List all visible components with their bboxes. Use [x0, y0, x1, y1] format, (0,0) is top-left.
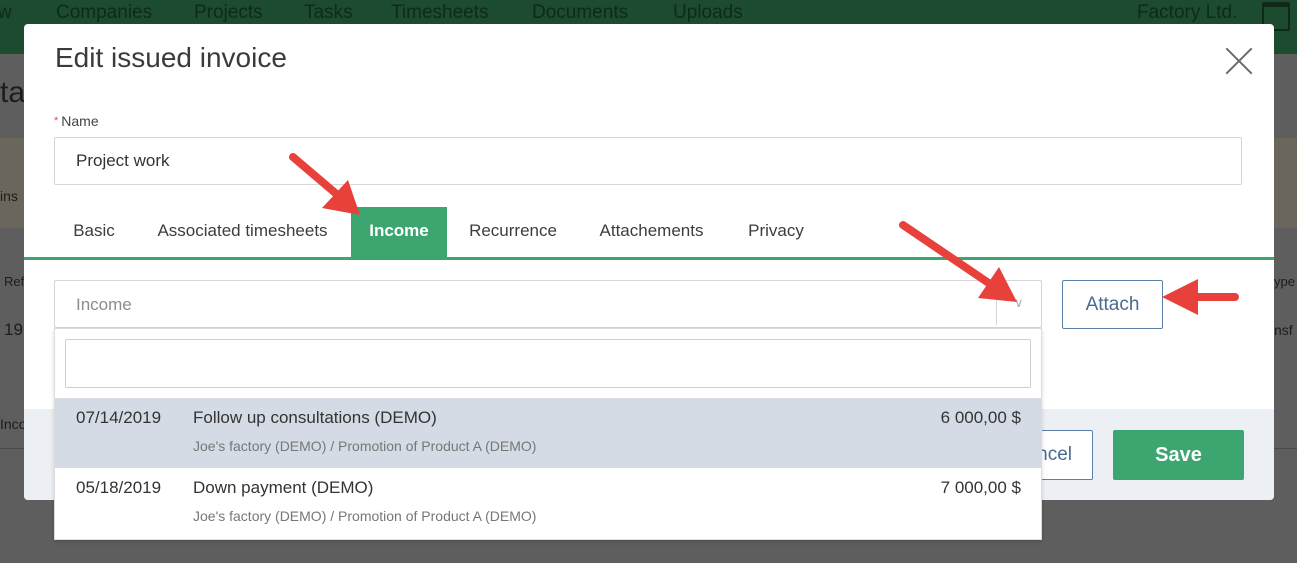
dropdown-search-input[interactable]	[65, 339, 1031, 388]
save-button[interactable]: Save	[1113, 430, 1244, 480]
close-icon[interactable]	[1224, 46, 1254, 76]
income-select-placeholder: Income	[76, 295, 132, 314]
option-title: Down payment (DEMO)	[193, 478, 374, 497]
select-separator	[996, 289, 997, 325]
option-amount: 6 000,00 $	[940, 408, 1021, 427]
income-option[interactable]: 07/14/2019 Follow up consultations (DEMO…	[55, 398, 1041, 468]
nav-item-uploads[interactable]: Uploads	[673, 2, 743, 24]
nav-item-companies[interactable]: Companies	[56, 2, 152, 24]
option-date: 07/14/2019	[76, 408, 162, 427]
name-label: * Name	[54, 113, 99, 129]
option-subtitle: Joe's factory (DEMO) / Promotion of Prod…	[193, 508, 537, 524]
tab-recurrence[interactable]: Recurrence	[457, 207, 569, 257]
background-text-fragment: ins	[0, 188, 18, 204]
required-marker: *	[54, 115, 59, 127]
name-label-text: Name	[61, 113, 99, 129]
nav-item-tasks[interactable]: Tasks	[304, 2, 353, 24]
background-column-fragment: ype	[1274, 274, 1295, 289]
option-subtitle: Joe's factory (DEMO) / Promotion of Prod…	[193, 438, 537, 454]
tab-attachements[interactable]: Attachements	[587, 207, 716, 257]
chevron-down-icon[interactable]: ∨	[1014, 295, 1024, 311]
tab-privacy[interactable]: Privacy	[736, 207, 816, 257]
nav-item-timesheets[interactable]: Timesheets	[391, 2, 489, 24]
modal-title: Edit issued invoice	[55, 42, 287, 73]
background-column-fragment: Ref	[4, 274, 25, 289]
tab-underline	[24, 257, 1274, 260]
tab-associated-timesheets[interactable]: Associated timesheets	[144, 207, 341, 257]
nav-item-overview[interactable]: w	[0, 2, 12, 24]
option-title: Follow up consultations (DEMO)	[193, 408, 437, 427]
option-date: 05/18/2019	[76, 478, 162, 497]
name-input[interactable]	[54, 137, 1242, 185]
attach-button[interactable]: Attach	[1062, 280, 1163, 329]
income-dropdown: 07/14/2019 Follow up consultations (DEMO…	[54, 328, 1042, 540]
background-cell-fragment: 19	[4, 320, 23, 339]
background-text-fragment: Inco	[0, 416, 27, 432]
tab-basic[interactable]: Basic	[60, 207, 128, 257]
tab-income[interactable]: Income	[351, 207, 447, 257]
company-name[interactable]: Factory Ltd.	[1137, 2, 1237, 24]
nav-item-projects[interactable]: Projects	[194, 2, 263, 24]
nav-item-documents[interactable]: Documents	[532, 2, 628, 24]
tab-bar: Basic Associated timesheets Income Recur…	[24, 207, 1274, 259]
income-select[interactable]: Income ∨	[54, 280, 1042, 328]
background-cell-fragment: nsf	[1274, 322, 1293, 338]
option-amount: 7 000,00 $	[940, 478, 1021, 497]
income-option[interactable]: 05/18/2019 Down payment (DEMO) 7 000,00 …	[55, 468, 1041, 538]
